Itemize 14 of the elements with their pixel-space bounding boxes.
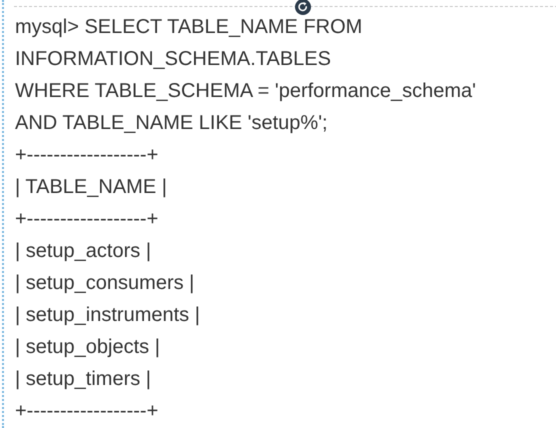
code-line: +------------------+ — [15, 207, 160, 232]
code-line: +------------------+ — [15, 399, 160, 424]
code-line: | setup_consumers | — [15, 271, 196, 296]
code-line: +------------------+ — [15, 143, 160, 168]
code-line: AND TABLE_NAME LIKE 'setup%'; — [15, 111, 329, 136]
rotate-handle-icon[interactable] — [293, 0, 313, 16]
code-line: INFORMATION_SCHEMA.TABLES — [15, 47, 332, 72]
code-line: mysql> SELECT TABLE_NAME FROM — [15, 15, 364, 40]
code-line: WHERE TABLE_SCHEMA = 'performance_schema' — [15, 79, 477, 104]
code-line: | setup_timers | — [15, 367, 152, 392]
code-line: | setup_objects | — [15, 335, 161, 360]
code-line: | setup_actors | — [15, 239, 152, 264]
code-line: | TABLE_NAME | — [15, 175, 168, 200]
code-line: | setup_instruments | — [15, 303, 201, 328]
